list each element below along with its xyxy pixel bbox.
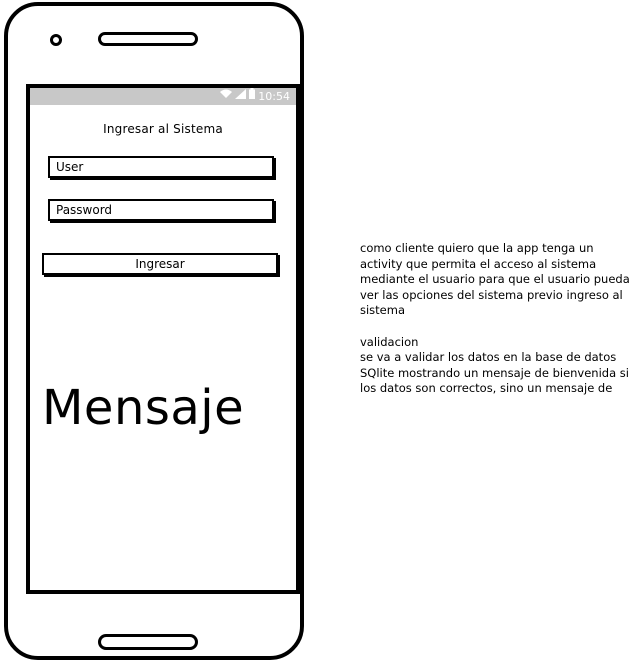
note-line: activity que permita el acceso al sistem… [360, 256, 597, 271]
home-button[interactable] [98, 634, 198, 650]
camera-icon [50, 34, 62, 46]
note-line: los datos son correctos, sino un mensaje… [360, 381, 613, 396]
user-story-notes: como cliente quiero que la app tenga un … [360, 241, 634, 397]
login-title: Ingresar al Sistema [103, 122, 223, 136]
note-line: mediante el usuario para que el usuario … [360, 272, 630, 287]
password-input[interactable]: Password [48, 199, 274, 221]
note-line: sistema [360, 303, 406, 318]
note-line: SQlite mostrando un mensaje de bienvenid… [360, 365, 629, 380]
phone-screen: 10:54 Ingresar al Sistema User Password … [26, 84, 300, 594]
user-input[interactable]: User [48, 156, 274, 178]
ingresar-button[interactable]: Ingresar [42, 253, 278, 275]
note-line: se va a validar los datos en la base de … [360, 350, 617, 365]
speaker-grille [98, 32, 198, 46]
signal-icon [235, 88, 247, 105]
note-line: validacion [360, 334, 419, 349]
note-line: como cliente quiero que la app tenga un [360, 241, 594, 255]
note-line: ver las opciones del sistema previo ingr… [360, 287, 623, 302]
phone-frame: 10:54 Ingresar al Sistema User Password … [4, 2, 304, 660]
status-time: 10:54 [258, 90, 290, 103]
status-bar: 10:54 [30, 88, 296, 105]
battery-icon [249, 88, 256, 105]
message-label: Mensaje [42, 380, 245, 436]
wifi-icon [220, 88, 233, 105]
